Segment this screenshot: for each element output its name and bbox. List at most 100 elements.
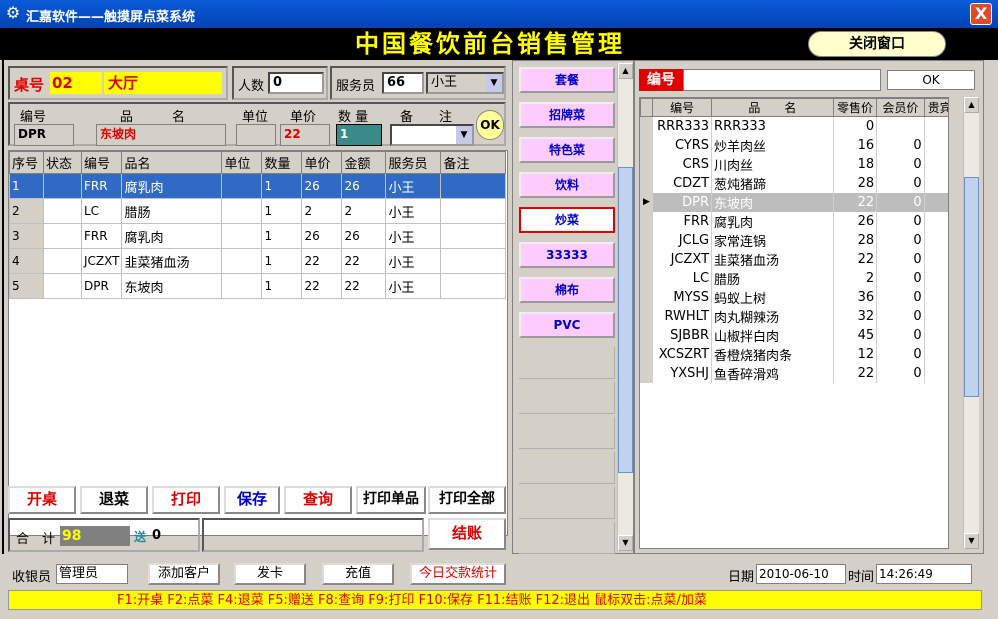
list-item[interactable]: XCSZRT香橙烧猪肉条1200	[640, 344, 948, 364]
category-scrollbar[interactable]: ▲ ▼	[617, 63, 633, 551]
today-stats-button[interactable]: 今日交款统计	[410, 563, 506, 585]
scroll-down-icon[interactable]: ▼	[618, 535, 633, 551]
table-cell: 26	[832, 211, 878, 231]
category-button[interactable]: 33333	[519, 242, 615, 268]
col-header[interactable]: 编号	[652, 98, 713, 117]
table-row[interactable]: 5 DPR 东坡肉 1 22 22 小王	[9, 273, 506, 299]
category-slot-empty[interactable]	[519, 452, 615, 484]
list-item[interactable]: FRR腐乳肉2600	[640, 211, 948, 231]
code-input[interactable]: DPR	[14, 124, 74, 146]
table-row[interactable]: 4 JCZXT 韭菜猪血汤 1 22 22 小王	[9, 248, 506, 274]
close-window-button[interactable]: 关闭窗口	[808, 31, 946, 57]
qty-input[interactable]: 1	[336, 124, 382, 146]
category-slot-empty[interactable]	[519, 487, 615, 519]
search-input[interactable]	[683, 69, 881, 91]
issue-card-button[interactable]: 发卡	[234, 563, 306, 585]
category-button[interactable]: 招牌菜	[519, 102, 615, 128]
price-label: 单价	[290, 110, 317, 125]
open-table-button[interactable]: 开桌	[8, 486, 76, 514]
banner-title: 中国餐饮前台销售管理	[355, 29, 625, 58]
return-dish-button[interactable]: 退菜	[80, 486, 148, 514]
remark-select[interactable]: ▼	[390, 124, 474, 146]
col-header[interactable]: 单价	[301, 151, 343, 174]
category-button[interactable]: 套餐	[519, 67, 615, 93]
category-slot-empty[interactable]	[519, 347, 615, 379]
category-button[interactable]: PVC	[519, 312, 615, 338]
col-header[interactable]: 金额	[341, 151, 387, 174]
table-cell: 28	[832, 230, 878, 250]
chevron-down-icon[interactable]: ▼	[456, 126, 472, 144]
scroll-thumb[interactable]	[964, 177, 979, 397]
col-header[interactable]: 单位	[221, 151, 263, 174]
table-cell: 腊肠	[711, 268, 834, 288]
list-item[interactable]: RRR333 RRR333 0	[640, 116, 948, 136]
col-header[interactable]: 序号	[9, 151, 44, 174]
col-header[interactable]: 服务员	[385, 151, 442, 174]
entry-ok-button[interactable]: OK	[476, 110, 504, 140]
table-cell: 0	[923, 211, 948, 231]
col-header[interactable]: 状态	[43, 151, 82, 174]
category-slot-empty[interactable]	[519, 382, 615, 414]
people-input[interactable]: 0	[268, 72, 324, 94]
scroll-up-icon[interactable]: ▲	[618, 63, 633, 79]
table-row[interactable]: 2 LC 腊肠 1 2 2 小王	[9, 198, 506, 224]
search-ok-button[interactable]: OK	[887, 70, 975, 90]
query-button[interactable]: 查询	[284, 486, 352, 514]
recharge-button[interactable]: 充值	[322, 563, 394, 585]
list-item[interactable]: ▶DPR东坡肉2200	[640, 192, 948, 212]
table-cell: 18	[832, 154, 878, 174]
category-slot-empty[interactable]	[519, 417, 615, 449]
checkout-button[interactable]: 结账	[428, 518, 506, 550]
col-header[interactable]: 零售价	[832, 98, 878, 117]
col-header[interactable]: 会员价	[876, 98, 925, 117]
col-header[interactable]: 备注	[440, 151, 506, 174]
scroll-up-icon[interactable]: ▲	[964, 97, 979, 113]
server-select[interactable]: 小王 ▼	[426, 72, 504, 94]
category-button[interactable]: 棉布	[519, 277, 615, 303]
list-item[interactable]: RWHLT肉丸糊辣汤3200	[640, 306, 948, 326]
list-item[interactable]: JCLG家常连锅2800	[640, 230, 948, 250]
table-cell: 腐乳肉	[121, 223, 223, 249]
list-item[interactable]: YXSHJ鱼香碎滑鸡2200	[640, 363, 948, 383]
col-header[interactable]: 品名	[121, 151, 223, 174]
list-item[interactable]: CYRS炒羊肉丝1600	[640, 135, 948, 155]
menu-scrollbar[interactable]: ▲ ▼	[963, 97, 979, 549]
table-cell: LC	[80, 198, 123, 224]
scroll-down-icon[interactable]: ▼	[964, 533, 979, 549]
table-cell: 22	[301, 248, 343, 274]
print-all-button[interactable]: 打印全部	[428, 486, 506, 514]
print-single-button[interactable]: 打印单品	[356, 486, 426, 514]
shortcut-bar: F1:开桌 F2:点菜 F4:退菜 F5:赠送 F8:查询 F9:打印 F10:…	[8, 590, 982, 610]
col-header[interactable]: 数量	[261, 151, 303, 174]
table-cell: 0	[876, 325, 925, 345]
col-header[interactable]: 贵宾价	[923, 98, 948, 117]
save-button[interactable]: 保存	[224, 486, 280, 514]
price-input[interactable]: 22	[280, 124, 330, 146]
table-row[interactable]: 1 FRR 腐乳肉 1 26 26 小王	[9, 173, 506, 199]
list-item[interactable]: CDZT葱炖猪蹄2800	[640, 173, 948, 193]
add-customer-button[interactable]: 添加客户	[148, 563, 220, 585]
table-cell: DPR	[652, 192, 713, 212]
table-cell: 0	[923, 192, 948, 212]
table-row[interactable]: 3 FRR 腐乳肉 1 26 26 小王	[9, 223, 506, 249]
table-cell: 26	[301, 223, 343, 249]
print-button[interactable]: 打印	[152, 486, 220, 514]
col-header[interactable]: 编号	[80, 151, 123, 174]
list-item[interactable]: JCZXT韭菜猪血汤2200	[640, 249, 948, 269]
category-button[interactable]: 特色菜	[519, 137, 615, 163]
category-slot-empty[interactable]	[519, 522, 615, 554]
list-item[interactable]: LC腊肠200	[640, 268, 948, 288]
name-input[interactable]: 东坡肉	[96, 124, 226, 146]
category-button[interactable]: 饮料	[519, 172, 615, 198]
list-item[interactable]: CRS川肉丝1800	[640, 154, 948, 174]
category-button[interactable]: 炒菜	[519, 207, 615, 233]
server-code-input[interactable]: 66	[382, 72, 424, 94]
list-item[interactable]: SJBBR山椒拌白肉4500	[640, 325, 948, 345]
scroll-thumb[interactable]	[618, 167, 633, 473]
window-close-button[interactable]: X	[970, 3, 992, 25]
table-cell: 1	[9, 173, 44, 199]
list-item[interactable]: MYSS蚂蚁上树3600	[640, 287, 948, 307]
col-header[interactable]: 品 名	[711, 98, 834, 117]
unit-input[interactable]	[236, 124, 276, 146]
chevron-down-icon[interactable]: ▼	[486, 74, 502, 92]
